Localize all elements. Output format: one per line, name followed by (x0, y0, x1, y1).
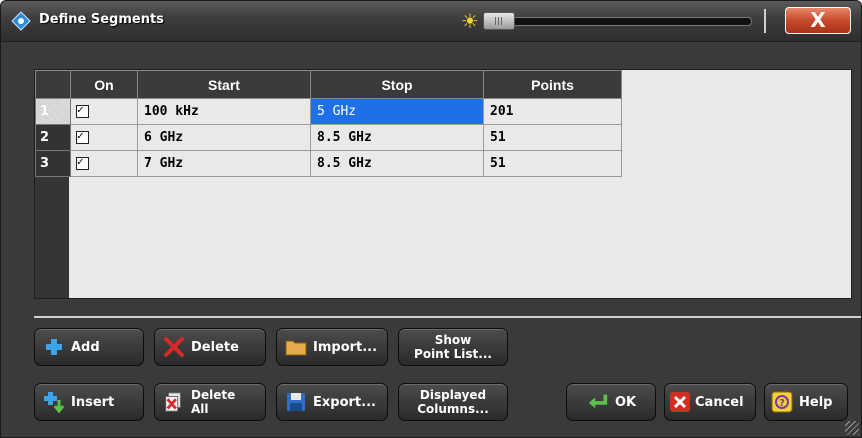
row-number[interactable]: 3 (35, 150, 71, 177)
resize-grip[interactable] (845, 421, 859, 435)
insert-icon (43, 391, 65, 413)
column-header-start[interactable]: Start (137, 70, 311, 99)
on-cell[interactable] (70, 150, 138, 177)
show-point-list-line2: Point List... (414, 347, 492, 361)
title-bar[interactable]: Define Segments ☀ X (1, 1, 861, 42)
button-area-separator (34, 316, 861, 318)
on-checkbox[interactable] (76, 129, 89, 144)
column-header-points[interactable]: Points (483, 70, 622, 99)
cancel-x-icon (669, 391, 691, 413)
define-segments-dialog: Define Segments ☀ X On Start Stop Points… (0, 0, 862, 438)
import-label: Import... (313, 339, 378, 355)
folder-icon (285, 336, 307, 358)
title-separator (764, 9, 766, 33)
help-button[interactable]: ? Help (764, 383, 848, 421)
column-header-on[interactable]: On (70, 70, 138, 99)
export-button[interactable]: Export... (276, 383, 388, 421)
show-point-list-label: Show Point List... (414, 333, 492, 361)
show-point-list-line1: Show (434, 333, 472, 347)
points-cell[interactable]: 201 (483, 98, 622, 125)
ok-button[interactable]: OK (566, 383, 656, 421)
on-cell[interactable] (70, 98, 138, 125)
delete-label: Delete (191, 339, 239, 355)
help-icon: ? (771, 391, 793, 413)
displayed-columns-line2: Columns... (417, 402, 489, 416)
app-logo-icon (11, 11, 31, 31)
close-button[interactable]: X (785, 7, 851, 34)
delete-all-label: Delete All (191, 388, 235, 416)
stop-cell[interactable]: 5 GHz (310, 98, 484, 125)
cancel-button[interactable]: Cancel (664, 383, 756, 421)
ok-label: OK (615, 394, 637, 410)
export-label: Export... (313, 394, 376, 410)
displayed-columns-button[interactable]: Displayed Columns... (398, 383, 508, 421)
window-title: Define Segments (39, 12, 164, 27)
delete-button[interactable]: Delete (154, 328, 266, 366)
displayed-columns-line1: Displayed (419, 388, 487, 402)
insert-button[interactable]: Insert (34, 383, 144, 421)
transparency-slider-track[interactable] (488, 17, 752, 26)
stop-cell[interactable]: 8.5 GHz (310, 150, 484, 177)
on-checkbox[interactable] (76, 103, 89, 118)
brightness-sun-icon: ☀ (461, 9, 479, 33)
table-row[interactable]: 1 100 kHz 5 GHz 201 (35, 98, 622, 125)
cancel-label: Cancel (695, 394, 744, 410)
delete-all-line1: Delete (191, 388, 236, 402)
import-button[interactable]: Import... (276, 328, 388, 366)
delete-all-icon (163, 391, 185, 413)
svg-text:?: ? (779, 398, 785, 409)
plus-icon (43, 336, 65, 358)
stop-cell[interactable]: 8.5 GHz (310, 124, 484, 151)
delete-all-line2: All (191, 402, 209, 416)
delete-all-button[interactable]: Delete All (154, 383, 266, 421)
segments-table: On Start Stop Points 1 100 kHz 5 GHz 201… (34, 69, 852, 299)
start-cell[interactable]: 100 kHz (137, 98, 311, 125)
insert-label: Insert (71, 394, 115, 410)
segments-grid: On Start Stop Points 1 100 kHz 5 GHz 201… (35, 70, 622, 177)
table-corner (35, 70, 71, 99)
transparency-slider-thumb[interactable] (483, 12, 515, 30)
show-point-list-button[interactable]: Show Point List... (398, 328, 508, 366)
column-header-stop[interactable]: Stop (310, 70, 484, 99)
start-cell[interactable]: 7 GHz (137, 150, 311, 177)
floppy-disk-icon (285, 391, 307, 413)
enter-arrow-icon (587, 391, 609, 413)
add-button[interactable]: Add (34, 328, 144, 366)
row-number[interactable]: 2 (35, 124, 71, 151)
add-label: Add (71, 339, 100, 355)
start-cell[interactable]: 6 GHz (137, 124, 311, 151)
points-cell[interactable]: 51 (483, 124, 622, 151)
table-row[interactable]: 2 6 GHz 8.5 GHz 51 (35, 124, 622, 151)
red-x-icon (163, 336, 185, 358)
points-cell[interactable]: 51 (483, 150, 622, 177)
row-number[interactable]: 1 (35, 98, 71, 125)
help-label: Help (799, 394, 833, 410)
displayed-columns-label: Displayed Columns... (417, 388, 489, 416)
table-row[interactable]: 3 7 GHz 8.5 GHz 51 (35, 150, 622, 177)
on-checkbox[interactable] (76, 155, 89, 170)
on-cell[interactable] (70, 124, 138, 151)
